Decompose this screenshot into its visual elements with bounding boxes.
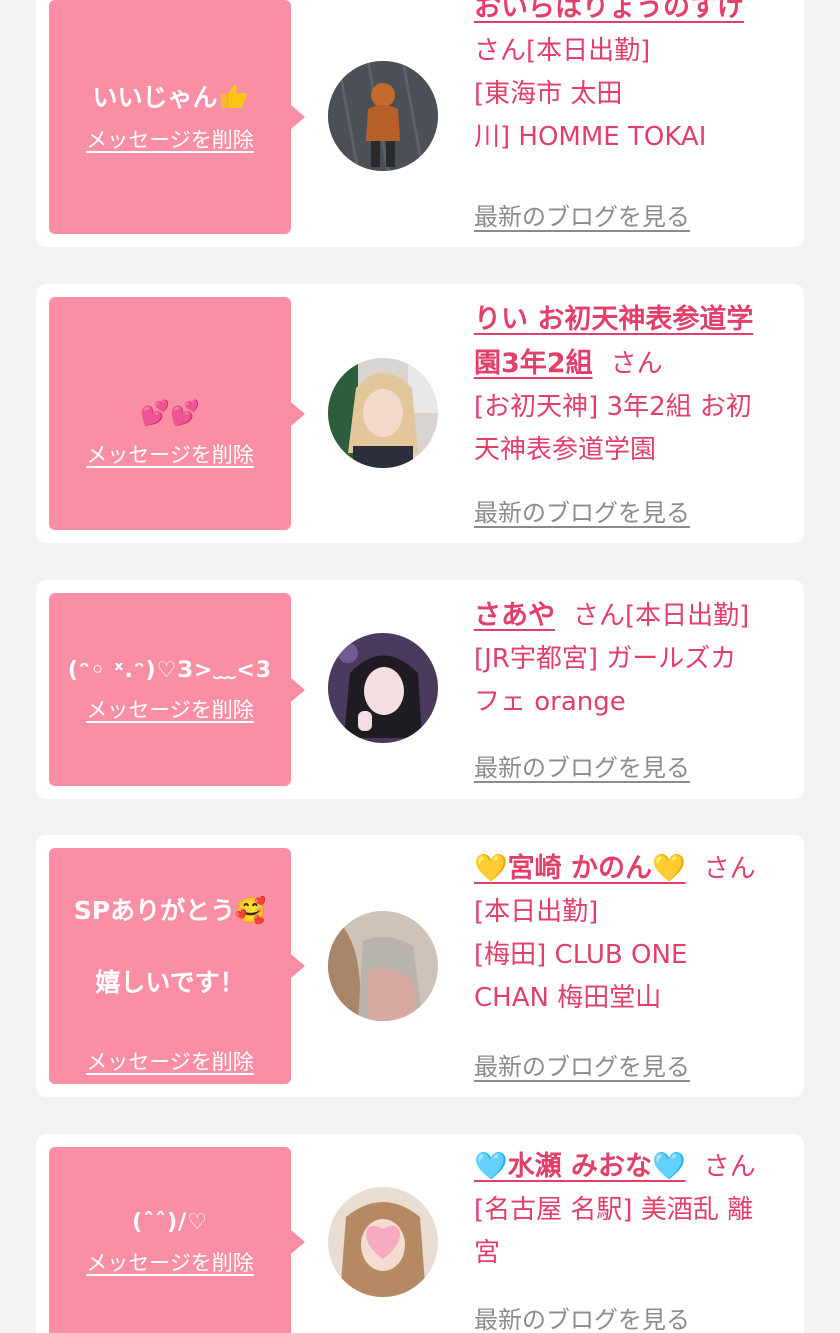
avatar[interactable] (328, 633, 438, 743)
honorific-text: さん (703, 854, 756, 884)
status-text: さん[本日出勤] (474, 36, 651, 66)
honorific-text: さん (610, 349, 663, 379)
message-list: いいじゃん メッセージを削除 おいらはりょうのすけ さん[本日出勤] [東海市 … (0, 0, 840, 1333)
message-bubble: 💕💕 メッセージを削除 (49, 297, 305, 530)
shop-text-line2: CHAN 梅田堂山 (474, 983, 662, 1013)
message-text: (ᵔ◦ ˣ.ᵔ)♡З>﹏<3 (67, 657, 273, 683)
thumbs-up-icon (220, 84, 246, 108)
shop-text-line2: 川] HOMME TOKAI (474, 122, 707, 152)
message-card: 💕💕 メッセージを削除 りい お初天神表参道学 園3年2組 さん [お初天神] 3… (36, 284, 804, 543)
avatar[interactable] (328, 1187, 438, 1297)
cast-info: さあや さん[本日出勤] [JR宇都宮] ガールズカ フェ orange (474, 594, 796, 724)
cast-name-link-cont[interactable]: 園3年2組 (474, 348, 593, 379)
avatar[interactable] (328, 61, 438, 171)
delete-message-link[interactable]: メッセージを削除 (86, 1247, 254, 1277)
shop-text-line1: [お初天神] 3年2組 お初 (474, 392, 752, 422)
honorific-text: さん (703, 1152, 756, 1182)
shop-text-line2: 宮 (474, 1238, 501, 1268)
yellow-heart-icon: 💛 (474, 853, 508, 884)
delete-message-link[interactable]: メッセージを削除 (86, 439, 254, 469)
cast-name-link[interactable]: りい お初天神表参道学 (474, 304, 753, 335)
blue-heart-icon: 🩵 (652, 1151, 686, 1182)
shop-text-line1: [梅田] CLUB ONE (474, 940, 688, 970)
message-text: SPありがとう🥰 嬉しいです！ (73, 895, 267, 998)
cast-name-link[interactable]: おいらはりょうのすけ (474, 0, 744, 23)
latest-blog-link[interactable]: 最新のブログを見る (474, 748, 690, 783)
latest-blog-link[interactable]: 最新のブログを見る (474, 1047, 690, 1082)
message-bubble: いいじゃん メッセージを削除 (49, 0, 305, 234)
message-card: SPありがとう🥰 嬉しいです！ メッセージを削除 💛宮崎 かのん💛 さん [本日出… (36, 835, 804, 1097)
delete-message-link[interactable]: メッセージを削除 (86, 1046, 254, 1076)
two-hearts-icon: 💕 (140, 398, 170, 427)
message-bubble: (ˆˆ)/♡ メッセージを削除 (49, 1147, 305, 1333)
message-text: 💕💕 (130, 358, 210, 431)
smiling-face-with-hearts-icon: 🥰 (235, 895, 267, 925)
blue-heart-icon: 🩵 (474, 1151, 508, 1182)
status-text: [本日出勤] (474, 897, 599, 927)
message-text: いいじゃん (82, 80, 257, 116)
delete-message-link[interactable]: メッセージを削除 (86, 694, 254, 724)
cast-info: 🩵水瀬 みおな🩵 さん [名古屋 名駅] 美酒乱 離 宮 (474, 1145, 796, 1275)
shop-text-line1: [名古屋 名駅] 美酒乱 離 (474, 1195, 754, 1225)
cast-info: 💛宮崎 かのん💛 さん [本日出勤] [梅田] CLUB ONE CHAN 梅田堂… (474, 847, 796, 1020)
latest-blog-link[interactable]: 最新のブログを見る (474, 1300, 690, 1333)
cast-name-link[interactable]: さあや (474, 600, 555, 631)
cast-name-link[interactable]: 💛宮崎 かのん💛 (474, 853, 686, 884)
message-card: (ˆˆ)/♡ メッセージを削除 🩵水瀬 みおな🩵 さん [名古屋 名駅] 美酒乱 … (36, 1134, 804, 1333)
cast-info: りい お初天神表参道学 園3年2組 さん [お初天神] 3年2組 お初 天神表参道… (474, 298, 796, 472)
message-card: (ᵔ◦ ˣ.ᵔ)♡З>﹏<3 メッセージを削除 さあや さん[本日出勤] [JR宇… (36, 580, 804, 799)
latest-blog-link[interactable]: 最新のブログを見る (474, 493, 690, 528)
message-bubble: SPありがとう🥰 嬉しいです！ メッセージを削除 (49, 848, 305, 1084)
shop-text-line1: [東海市 太田 (474, 79, 623, 109)
avatar[interactable] (328, 911, 438, 1021)
delete-message-link[interactable]: メッセージを削除 (86, 124, 254, 154)
shop-text-line2: 天神表参道学園 (474, 435, 657, 465)
cast-info: おいらはりょうのすけ さん[本日出勤] [東海市 太田 川] HOMME TOK… (474, 0, 796, 159)
avatar[interactable] (328, 358, 438, 468)
status-text: さん[本日出勤] (573, 601, 750, 631)
latest-blog-link[interactable]: 最新のブログを見る (474, 197, 690, 232)
two-hearts-icon: 💕 (170, 398, 200, 427)
shop-text-line1: [JR宇都宮] ガールズカ (474, 644, 737, 674)
shop-text-line2: フェ orange (474, 687, 626, 717)
message-card: いいじゃん メッセージを削除 おいらはりょうのすけ さん[本日出勤] [東海市 … (36, 0, 804, 247)
message-text: (ˆˆ)/♡ (132, 1210, 208, 1236)
yellow-heart-icon: 💛 (652, 853, 686, 884)
cast-name-link[interactable]: 🩵水瀬 みおな🩵 (474, 1151, 686, 1182)
message-bubble: (ᵔ◦ ˣ.ᵔ)♡З>﹏<3 メッセージを削除 (49, 593, 305, 786)
